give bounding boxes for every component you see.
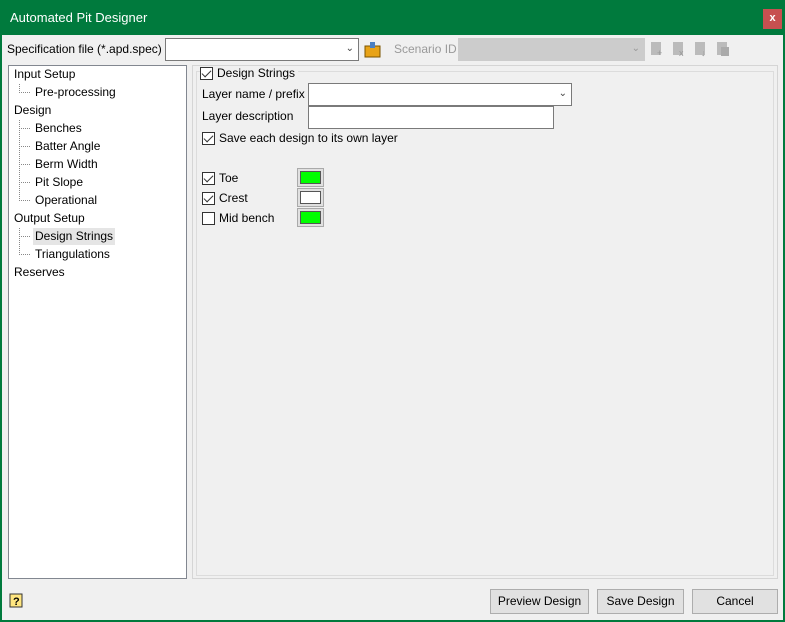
crest-checkbox[interactable] bbox=[202, 191, 215, 205]
crest-label: Crest bbox=[219, 191, 248, 205]
chevron-down-icon: ⌄ bbox=[345, 43, 354, 54]
save-each-layer-option[interactable]: Save each design to its own layer bbox=[202, 131, 398, 145]
copy-scenario-icon[interactable] bbox=[716, 41, 730, 57]
spec-file-label: Specification file (*.apd.spec) bbox=[7, 42, 162, 56]
svg-text:?: ? bbox=[13, 596, 20, 608]
help-icon[interactable]: ? bbox=[9, 593, 24, 612]
crest-color-button[interactable] bbox=[297, 188, 324, 207]
toe-checkbox[interactable] bbox=[202, 171, 215, 185]
preview-design-button[interactable]: Preview Design bbox=[490, 589, 589, 614]
tree-item-pit-slope[interactable]: Pit Slope bbox=[18, 174, 85, 191]
tree-item-output-setup[interactable]: Output Setup bbox=[14, 210, 85, 227]
import-scenario-icon[interactable]: ↓ bbox=[694, 41, 708, 57]
toe-option[interactable]: Toe bbox=[202, 171, 238, 185]
design-strings-checkbox[interactable] bbox=[200, 66, 213, 80]
layer-description-label: Layer description bbox=[202, 109, 294, 123]
scenario-combo: ⌄ bbox=[458, 38, 645, 61]
tree-item-pre-processing[interactable]: Pre-processing bbox=[19, 84, 118, 101]
tree-item-design[interactable]: Design bbox=[14, 102, 51, 119]
save-each-layer-checkbox[interactable] bbox=[202, 131, 215, 145]
design-strings-toggle[interactable]: Design Strings bbox=[200, 66, 299, 80]
tree-item-operational[interactable]: Operational bbox=[18, 192, 99, 209]
toe-label: Toe bbox=[219, 171, 239, 185]
svg-text:x: x bbox=[679, 48, 684, 57]
toe-color-button[interactable] bbox=[297, 168, 324, 187]
layer-name-combo[interactable]: ⌄ bbox=[308, 83, 572, 106]
delete-scenario-icon[interactable]: x bbox=[672, 41, 686, 57]
tree-item-reserves[interactable]: Reserves bbox=[14, 264, 65, 281]
svg-text:↓: ↓ bbox=[701, 48, 706, 57]
tree-item-design-strings[interactable]: Design Strings bbox=[18, 228, 116, 245]
cancel-button[interactable]: Cancel bbox=[692, 589, 778, 614]
layer-name-label: Layer name / prefix bbox=[202, 87, 305, 101]
tree-item-benches[interactable]: Benches bbox=[19, 120, 84, 137]
navigation-tree[interactable]: Input Setup Pre-processing Design Benche… bbox=[8, 65, 187, 579]
mid-bench-color-button[interactable] bbox=[297, 208, 324, 227]
save-design-button[interactable]: Save Design bbox=[597, 589, 684, 614]
chevron-down-icon: ⌄ bbox=[558, 88, 567, 99]
design-strings-group bbox=[196, 71, 774, 576]
open-folder-icon[interactable] bbox=[364, 41, 382, 61]
crest-option[interactable]: Crest bbox=[202, 191, 248, 205]
save-each-layer-label: Save each design to its own layer bbox=[219, 131, 398, 145]
tree-item-batter-angle[interactable]: Batter Angle bbox=[18, 138, 102, 155]
add-scenario-icon[interactable]: + bbox=[650, 41, 664, 57]
svg-text:+: + bbox=[657, 48, 662, 57]
scenario-label: Scenario ID bbox=[394, 42, 457, 56]
tree-item-input-setup[interactable]: Input Setup bbox=[14, 66, 75, 83]
tree-item-triangulations[interactable]: Triangulations bbox=[19, 246, 112, 263]
tree-item-berm-width[interactable]: Berm Width bbox=[19, 156, 100, 173]
mid-bench-option[interactable]: Mid bench bbox=[202, 211, 274, 225]
close-button[interactable]: x bbox=[763, 9, 782, 29]
window-title: Automated Pit Designer bbox=[10, 10, 148, 25]
mid-bench-label: Mid bench bbox=[219, 211, 275, 225]
chevron-down-icon: ⌄ bbox=[631, 43, 640, 54]
spec-file-combo[interactable]: ⌄ bbox=[165, 38, 359, 61]
design-strings-label: Design Strings bbox=[217, 66, 296, 80]
layer-description-input[interactable] bbox=[308, 106, 554, 129]
mid-bench-checkbox[interactable] bbox=[202, 211, 215, 225]
